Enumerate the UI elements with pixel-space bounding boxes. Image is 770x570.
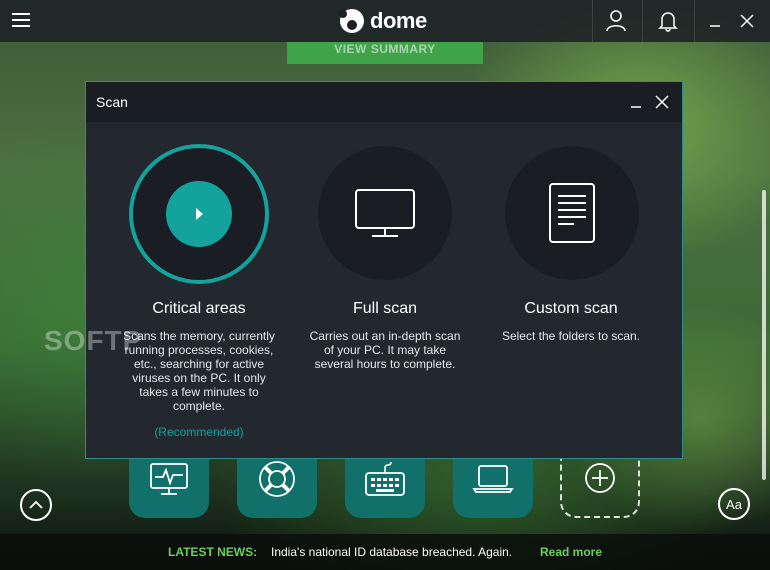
play-icon[interactable] (166, 181, 232, 247)
monitor-icon (355, 189, 415, 237)
document-icon (549, 183, 595, 243)
app-logo: dome (338, 7, 427, 35)
close-icon[interactable] (732, 0, 762, 42)
full-scan-circle[interactable] (318, 146, 452, 280)
dialog-minimize-icon[interactable] (625, 91, 647, 113)
chevron-up-icon (29, 500, 43, 509)
recommended-label: (Recommended) (154, 425, 244, 439)
news-bar: LATEST NEWS: India's national ID databas… (0, 534, 770, 570)
title-bar: dome (0, 0, 770, 42)
watermark-text: SOFTP (44, 325, 143, 356)
divider (642, 0, 643, 42)
custom-scan-circle[interactable] (505, 146, 639, 280)
panda-logo-icon (339, 9, 364, 33)
notifications-icon[interactable] (646, 0, 690, 42)
user-icon[interactable] (594, 0, 638, 42)
option-title: Custom scan (524, 300, 618, 317)
laptop-icon (472, 465, 514, 493)
minimize-icon[interactable] (700, 0, 730, 42)
scroll-up-button[interactable] (20, 489, 52, 521)
font-size-button[interactable]: Aa (718, 488, 750, 520)
scrollbar[interactable] (762, 190, 766, 480)
lifebuoy-icon (259, 461, 295, 497)
add-icon (585, 463, 615, 493)
dialog-title: Scan (96, 94, 128, 110)
pulse-monitor-icon (150, 463, 188, 495)
dialog-close-icon[interactable] (651, 91, 673, 113)
option-description: Select the folders to scan. (501, 329, 641, 343)
dialog-body: Critical areas Scans the memory, current… (86, 122, 682, 458)
scan-dialog: Scan Critical areas Scans the memory, cu… (85, 81, 683, 459)
option-title: Full scan (352, 300, 418, 317)
menu-icon[interactable] (12, 13, 30, 29)
divider (694, 0, 695, 42)
read-more-link[interactable]: Read more (540, 545, 602, 559)
divider (592, 0, 593, 42)
view-summary-button[interactable]: VIEW SUMMARY (287, 42, 483, 64)
critical-areas-circle[interactable] (133, 148, 265, 280)
news-headline[interactable]: India's national ID database breached. A… (271, 545, 512, 559)
news-label: LATEST NEWS: (168, 545, 258, 559)
app-name: dome (370, 8, 427, 33)
option-description: Carries out an in-depth scan of your PC.… (309, 329, 461, 371)
option-title: Critical areas (152, 300, 246, 317)
keyboard-icon (365, 461, 405, 496)
dialog-header: Scan (86, 82, 682, 122)
